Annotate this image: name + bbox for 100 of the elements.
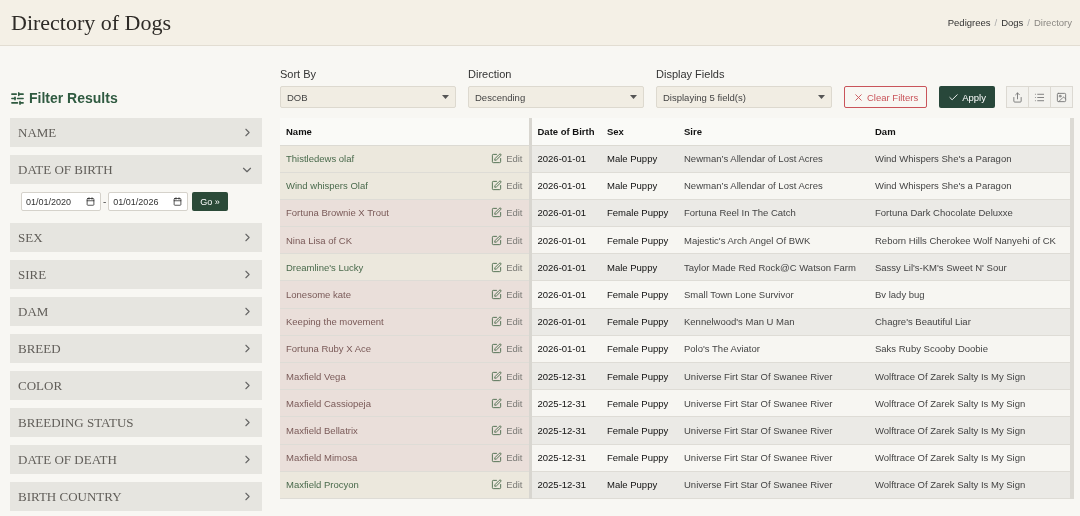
dog-name: Maxfield Bellatrix bbox=[286, 424, 358, 436]
dog-name: Nina Lisa of CK bbox=[286, 234, 352, 246]
edit-link[interactable]: Edit bbox=[491, 180, 523, 192]
table-cell: 2026-01-01 bbox=[530, 308, 601, 336]
edit-link[interactable]: Edit bbox=[491, 424, 523, 436]
table-cell: Female Puppy bbox=[601, 226, 678, 254]
dog-name: Fortuna Brownie X Trout bbox=[286, 207, 389, 219]
column-header: Dam bbox=[869, 118, 1072, 145]
table-cell: Universe Firt Star Of Swanee River bbox=[678, 362, 869, 390]
table-cell: Female Puppy bbox=[601, 389, 678, 417]
table-cell: Taylor Made Red Rock@C Watson Farm bbox=[678, 253, 869, 281]
table-cell: Newman’s Allendar of Lost Acres bbox=[678, 145, 869, 173]
edit-link[interactable]: Edit bbox=[491, 234, 523, 246]
table-cell: Wind Whispers She's a Paragon bbox=[869, 172, 1072, 200]
table-cell: Male Puppy bbox=[601, 172, 678, 200]
table-cell: Universe Firt Star Of Swanee River bbox=[678, 416, 869, 445]
table-cell: Fortuna Reel In The Catch bbox=[678, 199, 869, 227]
filter-accordion[interactable]: COLOR bbox=[10, 371, 262, 400]
table-cell: 2025-12-31 bbox=[530, 444, 601, 472]
edit-link[interactable]: Edit bbox=[491, 397, 523, 409]
edit-link[interactable]: Edit bbox=[491, 479, 523, 491]
table-cell: Kennelwood's Man U Man bbox=[678, 308, 869, 336]
table-cell: Wolftrace Of Zarek Salty Is My Sign bbox=[869, 389, 1072, 417]
table-cell: Small Town Lone Survivor bbox=[678, 280, 869, 309]
table-cell: Female Puppy bbox=[601, 280, 678, 309]
table-cell: Wind Whispers She's a Paragon bbox=[869, 145, 1072, 173]
dog-name: Maxfield Mimosa bbox=[286, 452, 358, 464]
select-label: Sort By bbox=[280, 68, 318, 80]
filter-accordion[interactable]: DAM bbox=[10, 297, 262, 326]
go-button[interactable]: Go » bbox=[192, 192, 228, 211]
filter-accordion[interactable]: DATE OF DEATH bbox=[10, 445, 262, 474]
table-cell: Female Puppy bbox=[601, 416, 678, 445]
table-cell: Male Puppy bbox=[601, 253, 678, 281]
table-cell: Female Puppy bbox=[601, 308, 678, 336]
table-cell: 2025-12-31 bbox=[530, 362, 601, 390]
filter-accordion[interactable]: SEX bbox=[10, 223, 262, 252]
edit-link[interactable]: Edit bbox=[491, 343, 523, 355]
table-cell: Male Puppy bbox=[601, 145, 678, 173]
dropdown-select[interactable]: Displaying 5 field(s) bbox=[656, 86, 832, 108]
table-cell: Universe Firt Star Of Swanee River bbox=[678, 389, 869, 417]
filter-accordion[interactable]: BIRTH COUNTRY bbox=[10, 482, 262, 511]
column-header: Sex bbox=[601, 118, 678, 145]
dog-name: Keeping the movement bbox=[286, 316, 384, 328]
filter-accordion[interactable]: BREED bbox=[10, 334, 262, 363]
table-cell: Universe Firt Star Of Swanee River bbox=[678, 444, 869, 472]
select-label: Direction bbox=[468, 68, 513, 80]
breadcrumb-link[interactable]: Directory bbox=[1034, 17, 1072, 28]
table-cell: Reborn Hills Cherokee Wolf Nanyehi of CK bbox=[869, 226, 1072, 254]
edit-link[interactable]: Edit bbox=[491, 289, 523, 301]
filter-accordion[interactable]: BREEDING STATUS bbox=[10, 408, 262, 437]
edit-link[interactable]: Edit bbox=[491, 153, 523, 165]
breadcrumb-separator: / bbox=[1027, 17, 1030, 28]
dog-name: Wind whispers Olaf bbox=[286, 180, 368, 192]
edit-link[interactable]: Edit bbox=[491, 316, 523, 328]
dog-name: Maxfield Cassiopeja bbox=[286, 397, 371, 409]
table-cell: Chagre's Beautiful Liar bbox=[869, 308, 1072, 336]
breadcrumb-link[interactable]: Dogs bbox=[1001, 17, 1024, 28]
filter-title: Filter Results bbox=[29, 90, 118, 106]
edit-link[interactable]: Edit bbox=[491, 261, 523, 273]
table-cell: 2025-12-31 bbox=[530, 471, 601, 499]
table-cell: Female Puppy bbox=[601, 199, 678, 227]
edit-link[interactable]: Edit bbox=[491, 370, 523, 382]
column-header: Sire bbox=[678, 118, 869, 145]
filter-accordion[interactable]: NAME bbox=[10, 118, 262, 147]
table-cell: 2026-01-01 bbox=[530, 199, 601, 227]
date-field[interactable]: 01/01/2026 bbox=[108, 192, 189, 211]
date-field[interactable]: 01/01/2020 bbox=[21, 192, 101, 211]
breadcrumb-separator: / bbox=[994, 17, 998, 28]
edit-link[interactable]: Edit bbox=[491, 452, 523, 464]
dropdown-select[interactable]: Descending bbox=[468, 86, 644, 108]
dog-name: Dreamline's Lucky bbox=[286, 261, 364, 273]
dog-name: Thistledews olaf bbox=[286, 153, 355, 165]
clear-filters-button[interactable]: Clear Filters bbox=[844, 86, 928, 108]
table-cell: Wolftrace Of Zarek Salty Is My Sign bbox=[869, 416, 1072, 445]
table-cell: Male Puppy bbox=[601, 471, 678, 499]
filter-accordion[interactable]: DATE OF BIRTH bbox=[10, 155, 262, 184]
table-cell: 2026-01-01 bbox=[530, 172, 601, 200]
table-cell: Wolftrace Of Zarek Salty Is My Sign bbox=[869, 362, 1072, 390]
range-dash: - bbox=[103, 196, 107, 207]
dropdown-select[interactable]: DOB bbox=[280, 86, 456, 108]
edit-link[interactable]: Edit bbox=[491, 207, 523, 219]
table-cell: Bv lady bug bbox=[869, 280, 1072, 309]
table-cell: Wolftrace Of Zarek Salty Is My Sign bbox=[869, 444, 1072, 472]
dog-name: Lonesome kate bbox=[286, 289, 351, 301]
table-cell: 2026-01-01 bbox=[530, 145, 601, 173]
table-cell: 2026-01-01 bbox=[530, 335, 601, 363]
table-cell: Saks Ruby Scooby Doobie bbox=[869, 335, 1072, 363]
select-label: Display Fields bbox=[656, 68, 726, 80]
table-cell: Female Puppy bbox=[601, 362, 678, 390]
table-cell: Universe Firt Star Of Swanee River bbox=[678, 471, 869, 499]
table-cell: Fortuna Dark Chocolate Deluxxe bbox=[869, 199, 1072, 227]
filter-accordion[interactable]: SIRE bbox=[10, 260, 262, 289]
table-cell: Female Puppy bbox=[601, 444, 678, 472]
apply-button[interactable]: Apply bbox=[939, 86, 995, 108]
table-cell: Sassy Lil's-KM's Sweet N' Sour bbox=[869, 253, 1072, 281]
table-cell: Wolftrace Of Zarek Salty Is My Sign bbox=[869, 471, 1072, 499]
breadcrumb-link[interactable]: Pedigrees bbox=[947, 17, 991, 28]
table-cell: 2026-01-01 bbox=[530, 280, 601, 309]
table-cell: 2025-12-31 bbox=[530, 416, 601, 445]
table-cell: Female Puppy bbox=[601, 335, 678, 363]
